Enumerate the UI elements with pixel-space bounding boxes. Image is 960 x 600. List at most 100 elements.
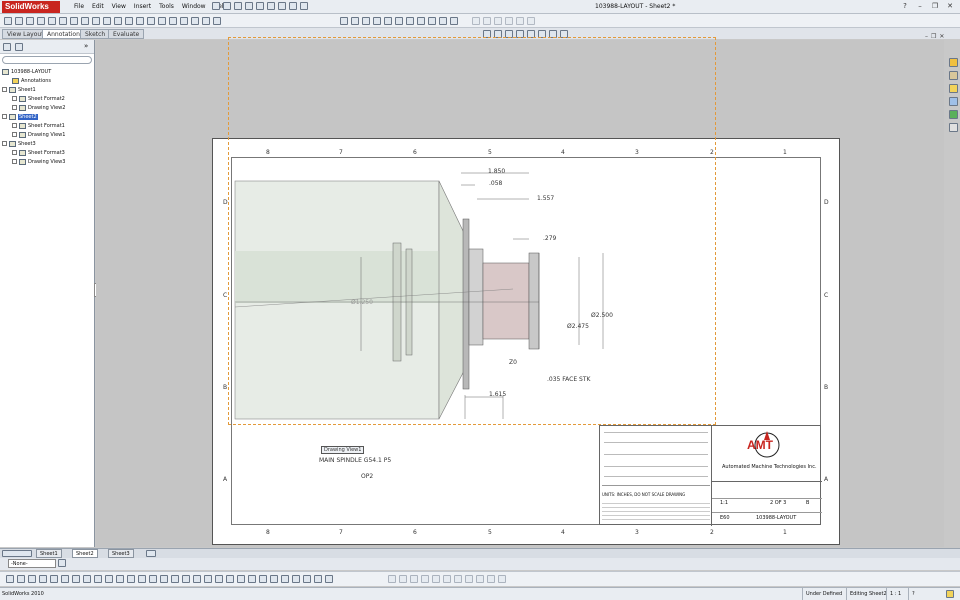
grid-icon[interactable]	[17, 575, 25, 583]
print-icon[interactable]	[256, 2, 264, 10]
crop-view-icon[interactable]	[417, 17, 425, 25]
appearances-icon[interactable]	[948, 110, 958, 119]
note-icon[interactable]	[48, 17, 56, 25]
tables-icon[interactable]	[213, 17, 221, 25]
collapse-icon[interactable]	[2, 141, 7, 146]
weld-symbol-icon[interactable]	[114, 17, 122, 25]
smart-dimension-icon[interactable]	[4, 17, 12, 25]
tab-sheet3[interactable]: Sheet3	[108, 549, 134, 558]
datum-feature-icon[interactable]	[147, 17, 155, 25]
resources-icon[interactable]	[948, 58, 958, 67]
layer-dropdown[interactable]: -None-	[8, 559, 56, 568]
table-icon[interactable]	[450, 17, 458, 25]
format-painter-icon[interactable]	[37, 17, 45, 25]
title-block[interactable]: UNITS: INCHES, DO NOT SCALE DRAWING AMT …	[599, 425, 822, 526]
undo-icon[interactable]	[267, 2, 275, 10]
relations-icon[interactable]	[248, 575, 256, 583]
doc-minimize-icon[interactable]: –	[925, 33, 928, 40]
auto-balloon-icon[interactable]	[81, 17, 89, 25]
options-icon[interactable]	[300, 2, 308, 10]
drawing-view-boundary[interactable]	[228, 37, 716, 425]
model-items-icon[interactable]	[15, 17, 23, 25]
tree-item-sheet1[interactable]: Sheet1	[2, 86, 65, 95]
geometric-tolerance-icon[interactable]	[136, 17, 144, 25]
spell-check-icon[interactable]	[26, 17, 34, 25]
select-icon[interactable]	[278, 2, 286, 10]
projected-view-icon[interactable]	[351, 17, 359, 25]
text-icon[interactable]	[292, 575, 300, 583]
centermark-icon[interactable]	[180, 17, 188, 25]
tree-item-drawing-view2[interactable]: Drawing View2	[2, 104, 65, 113]
tab-sketch[interactable]: Sketch	[80, 29, 111, 39]
restore-icon[interactable]: ❐	[929, 1, 941, 11]
centerline-tool-icon[interactable]	[314, 575, 322, 583]
construction-icon[interactable]	[325, 575, 333, 583]
mirror-icon[interactable]	[182, 575, 190, 583]
open-folder-icon[interactable]	[234, 2, 242, 10]
rectangle-icon[interactable]	[61, 575, 69, 583]
break-icon[interactable]	[406, 17, 414, 25]
menu-window[interactable]: Window	[178, 0, 210, 14]
centerline-icon[interactable]	[191, 17, 199, 25]
note-main-spindle[interactable]: MAIN SPINDLE G54.1 P5	[319, 457, 391, 464]
file-explorer-icon[interactable]	[948, 84, 958, 93]
collapse-icon[interactable]	[2, 114, 7, 119]
drawing-view-label[interactable]: Drawing View1	[321, 446, 365, 454]
minimize-icon[interactable]: –	[914, 1, 926, 11]
menu-insert[interactable]: Insert	[130, 0, 155, 14]
tree-filter-input[interactable]	[2, 56, 92, 64]
tree-item-drawing-view1[interactable]: Drawing View1	[2, 131, 65, 140]
tab-sheet2[interactable]: Sheet2	[72, 549, 98, 558]
tab-sheet1[interactable]: Sheet1	[36, 549, 62, 558]
help-icon[interactable]: ?	[899, 1, 911, 11]
fillet-icon[interactable]	[116, 575, 124, 583]
tree-item-sheet-format3[interactable]: Sheet Format3	[2, 149, 65, 158]
expand-icon[interactable]	[12, 123, 17, 128]
menu-view[interactable]: View	[108, 0, 130, 14]
status-scale[interactable]: 1 : 1	[886, 588, 904, 600]
circle-icon[interactable]	[72, 575, 80, 583]
select-tool-icon[interactable]	[6, 575, 14, 583]
alternate-position-icon[interactable]	[428, 17, 436, 25]
design-library-icon[interactable]	[948, 71, 958, 80]
doc-close-icon[interactable]: ✕	[939, 33, 944, 40]
pattern-icon[interactable]	[237, 575, 245, 583]
scale-icon[interactable]	[215, 575, 223, 583]
move-icon[interactable]	[193, 575, 201, 583]
new-document-icon[interactable]	[223, 2, 231, 10]
pin-icon[interactable]	[212, 2, 220, 10]
menu-tools[interactable]: Tools	[155, 0, 178, 14]
menu-file[interactable]: File	[70, 0, 88, 14]
expand-panel-icon[interactable]: »	[84, 42, 88, 50]
ellipse-icon[interactable]	[105, 575, 113, 583]
broken-out-section-icon[interactable]	[395, 17, 403, 25]
sketch-icon[interactable]	[28, 575, 36, 583]
balloon-icon[interactable]	[70, 17, 78, 25]
layer-properties-icon[interactable]	[58, 559, 66, 567]
notification-icon[interactable]	[946, 590, 954, 598]
extend-icon[interactable]	[171, 575, 179, 583]
solidworks-logo[interactable]: SolidWorks	[2, 1, 60, 13]
custom-properties-icon[interactable]	[948, 123, 958, 132]
close-icon[interactable]: ✕	[944, 1, 956, 11]
linear-pattern-icon[interactable]	[59, 17, 67, 25]
surface-finish-icon[interactable]	[103, 17, 111, 25]
view-palette-icon[interactable]	[948, 97, 958, 106]
rebuild-icon[interactable]	[289, 2, 297, 10]
quick-snaps-icon[interactable]	[270, 575, 278, 583]
arc-icon[interactable]	[83, 575, 91, 583]
tab-evaluate[interactable]: Evaluate	[108, 29, 145, 39]
datum-target-icon[interactable]	[158, 17, 166, 25]
smart-dim-icon[interactable]	[39, 575, 47, 583]
expand-icon[interactable]	[12, 150, 17, 155]
tree-root[interactable]: 103988-LAYOUT	[2, 68, 65, 77]
tree-item-sheet-format2[interactable]: Sheet Format2	[2, 95, 65, 104]
trim-icon[interactable]	[160, 575, 168, 583]
tab-annotation[interactable]: Annotation	[42, 29, 85, 39]
section-view-icon[interactable]	[373, 17, 381, 25]
tree-item-drawing-view3[interactable]: Drawing View3	[2, 158, 65, 167]
auxiliary-view-icon[interactable]	[362, 17, 370, 25]
collapse-icon[interactable]	[2, 87, 7, 92]
point-icon[interactable]	[303, 575, 311, 583]
model-view-icon[interactable]	[340, 17, 348, 25]
